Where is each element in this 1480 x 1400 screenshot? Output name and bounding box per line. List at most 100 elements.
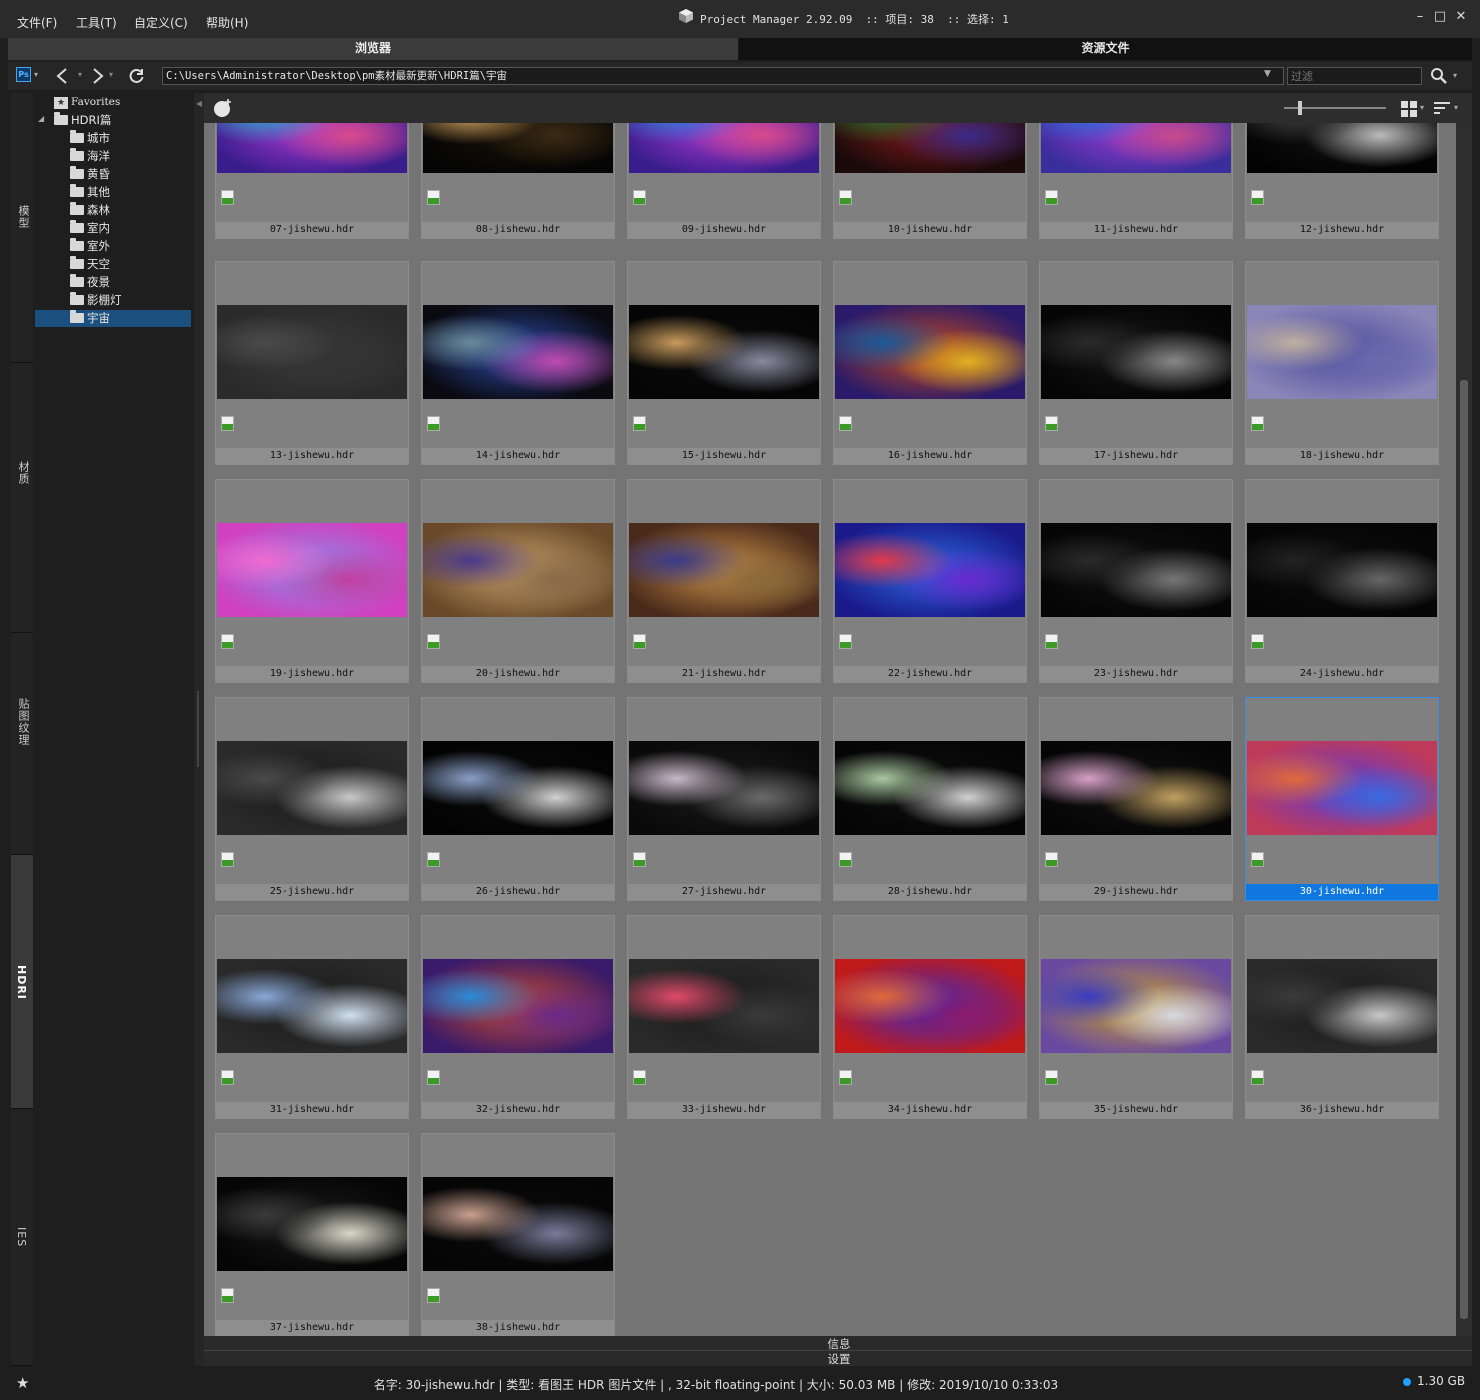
title-bar: 文件(F) 工具(T) 自定义(C) 帮助(H) Project Manager 2.… — [0, 0, 1480, 38]
thumbnail-item[interactable]: PIC 24-jishewu.hdr — [1245, 479, 1439, 683]
settings-panel-toggle[interactable]: 设置 — [824, 1351, 854, 1367]
file-type-icon: PIC — [839, 190, 852, 205]
thumbnail-item[interactable]: PIC 14-jishewu.hdr — [421, 261, 615, 465]
refresh-icon[interactable] — [128, 68, 145, 85]
thumbnail-item[interactable]: PIC 27-jishewu.hdr — [627, 697, 821, 901]
search-icon[interactable] — [1430, 67, 1448, 85]
side-tab-label: 贴图纹理 — [17, 698, 30, 746]
tree-item-folder[interactable]: 城市 — [70, 130, 110, 147]
side-tab-models[interactable]: 模型 — [11, 93, 33, 363]
hdr-preview-image — [423, 305, 613, 399]
view-dropdown-icon[interactable]: ▾ — [1420, 103, 1424, 112]
thumbnail-label: 36-jishewu.hdr — [1246, 1102, 1438, 1118]
file-type-icon: PIC — [633, 634, 646, 649]
back-arrow-icon[interactable] — [55, 68, 69, 84]
minimize-button[interactable]: – — [1412, 8, 1428, 26]
thumbnail-item[interactable]: PIC 08-jishewu.hdr — [421, 123, 615, 239]
sort-icon[interactable] — [1434, 101, 1450, 115]
thumbnail-item[interactable]: PIC 30-jishewu.hdr — [1245, 697, 1439, 901]
hdr-preview-image — [423, 1177, 613, 1271]
vertical-scrollbar[interactable] — [1456, 123, 1472, 1336]
collapse-pane-icon[interactable]: ◀ — [196, 99, 202, 108]
tab-browser[interactable]: 浏览器 — [8, 38, 738, 60]
hdr-preview-image — [217, 959, 407, 1053]
side-tab-ies[interactable]: IES — [11, 1109, 33, 1366]
favorites-star-icon: ★ — [54, 97, 68, 109]
path-field[interactable]: C:\Users\Administrator\Desktop\pm素材最新更新\… — [162, 67, 1284, 85]
forward-dropdown-icon[interactable]: ▾ — [109, 70, 113, 79]
thumbnail-item[interactable]: PIC 31-jishewu.hdr — [215, 915, 409, 1119]
side-tab-hdri[interactable]: HDRI — [11, 855, 33, 1109]
thumbnail-item[interactable]: PIC 33-jishewu.hdr — [627, 915, 821, 1119]
tree-item-folder[interactable]: 室内 — [70, 220, 110, 237]
thumbnail-item[interactable]: PIC 21-jishewu.hdr — [627, 479, 821, 683]
thumbnail-item[interactable]: PIC 10-jishewu.hdr — [833, 123, 1027, 239]
tree-item-folder[interactable]: 黄昏 — [70, 166, 110, 183]
splitter-grip[interactable] — [197, 691, 199, 767]
slider-handle[interactable] — [1298, 101, 1302, 115]
menu-item[interactable]: 自定义(C) — [134, 14, 188, 31]
thumbnail-item[interactable]: PIC 28-jishewu.hdr — [833, 697, 1027, 901]
tree-item-folder[interactable]: 影棚灯 — [70, 292, 122, 309]
tree-item-hdri-root[interactable]: HDRI篇 — [54, 112, 111, 129]
scrollbar-thumb[interactable] — [1460, 380, 1468, 1319]
thumbnail-item[interactable]: PIC 25-jishewu.hdr — [215, 697, 409, 901]
thumbnail-item[interactable]: PIC 35-jishewu.hdr — [1039, 915, 1233, 1119]
thumbnail-item[interactable]: PIC 37-jishewu.hdr — [215, 1133, 409, 1336]
thumbnail-label: 15-jishewu.hdr — [628, 448, 820, 464]
thumbnail-item[interactable]: PIC 07-jishewu.hdr — [215, 123, 409, 239]
forward-arrow-icon[interactable] — [91, 68, 105, 84]
thumbnail-label: 28-jishewu.hdr — [834, 884, 1026, 900]
hdr-preview-image — [423, 523, 613, 617]
history-dropdown-icon[interactable]: ▾ — [78, 70, 82, 79]
app-dropdown-icon[interactable]: ▾ — [34, 70, 38, 79]
thumbnail-item[interactable]: PIC 32-jishewu.hdr — [421, 915, 615, 1119]
grid-view-icon[interactable] — [1401, 101, 1417, 117]
filter-input[interactable] — [1287, 67, 1422, 85]
side-tab-materials[interactable]: 材质 — [11, 363, 33, 633]
thumbnail-item[interactable]: PIC 26-jishewu.hdr — [421, 697, 615, 901]
thumbnail-item[interactable]: PIC 36-jishewu.hdr — [1245, 915, 1439, 1119]
thumbnail-item[interactable]: PIC 09-jishewu.hdr — [627, 123, 821, 239]
search-dropdown-icon[interactable]: ▾ — [1453, 71, 1457, 80]
thumbnail-item[interactable]: PIC 38-jishewu.hdr — [421, 1133, 615, 1336]
close-button[interactable]: ✕ — [1453, 8, 1469, 26]
file-type-icon: PIC — [633, 1070, 646, 1085]
thumbnail-item[interactable]: PIC 19-jishewu.hdr — [215, 479, 409, 683]
thumbnail-item[interactable]: PIC 22-jishewu.hdr — [833, 479, 1027, 683]
thumbnail-item[interactable]: PIC 23-jishewu.hdr — [1039, 479, 1233, 683]
thumbnail-item[interactable]: PIC 12-jishewu.hdr — [1245, 123, 1439, 239]
collapse-arrow-icon[interactable]: ◢ — [38, 114, 44, 123]
tree-item-folder[interactable]: 森林 — [70, 202, 110, 219]
tab-assets[interactable]: 资源文件 — [739, 38, 1472, 60]
pane-splitter[interactable]: ◀ — [194, 93, 204, 1366]
tree-item-folder[interactable]: 室外 — [70, 238, 110, 255]
photoshop-app-icon[interactable]: Ps — [16, 67, 31, 82]
thumbnail-item[interactable]: PIC 16-jishewu.hdr — [833, 261, 1027, 465]
sort-dropdown-icon[interactable]: ▾ — [1454, 103, 1458, 112]
tree-item-folder[interactable]: 天空 — [70, 256, 110, 273]
path-dropdown-icon[interactable]: ▼ — [1264, 69, 1271, 79]
thumbnail-item[interactable]: PIC 34-jishewu.hdr — [833, 915, 1027, 1119]
side-tab-textures[interactable]: 贴图纹理 — [11, 633, 33, 855]
add-favorite-icon[interactable] — [213, 98, 235, 118]
maximize-button[interactable]: □ — [1432, 8, 1448, 26]
menu-item[interactable]: 帮助(H) — [206, 14, 248, 31]
tree-item-folder[interactable]: 夜景 — [70, 274, 110, 291]
thumbnail-item[interactable]: PIC 11-jishewu.hdr — [1039, 123, 1233, 239]
folder-icon — [70, 166, 84, 179]
hdr-preview-image — [217, 123, 407, 173]
thumbnail-item[interactable]: PIC 18-jishewu.hdr — [1245, 261, 1439, 465]
thumbnail-item[interactable]: PIC 15-jishewu.hdr — [627, 261, 821, 465]
menu-item[interactable]: 文件(F) — [17, 14, 57, 31]
thumbnail-item[interactable]: PIC 20-jishewu.hdr — [421, 479, 615, 683]
menu-item[interactable]: 工具(T) — [76, 14, 117, 31]
tree-item-favorites[interactable]: ★ Favorites — [54, 94, 120, 111]
tree-item-folder[interactable]: 宇宙 — [35, 310, 191, 327]
thumbnail-item[interactable]: PIC 29-jishewu.hdr — [1039, 697, 1233, 901]
thumbnail-item[interactable]: PIC 17-jishewu.hdr — [1039, 261, 1233, 465]
tree-item-label: 其他 — [87, 185, 110, 199]
tree-item-folder[interactable]: 其他 — [70, 184, 110, 201]
thumbnail-item[interactable]: PIC 13-jishewu.hdr — [215, 261, 409, 465]
tree-item-folder[interactable]: 海洋 — [70, 148, 110, 165]
